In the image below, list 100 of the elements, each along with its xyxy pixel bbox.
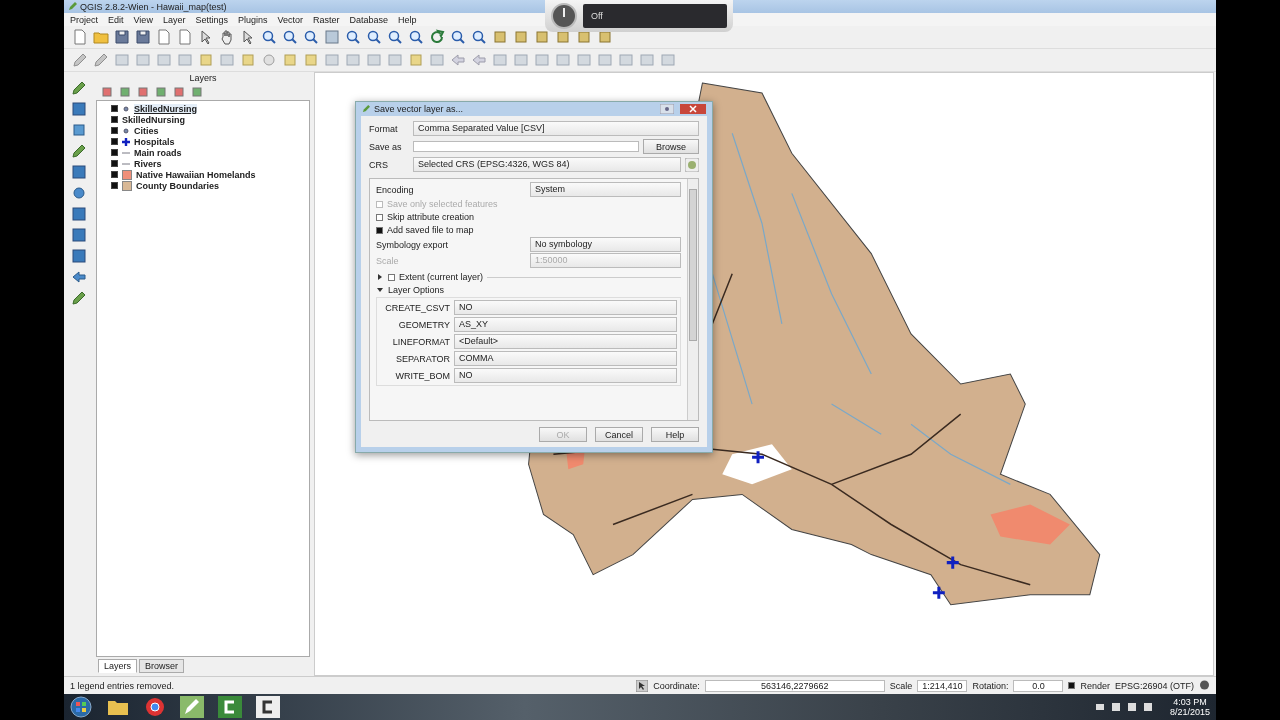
expander-icon[interactable] bbox=[376, 286, 384, 294]
save-as-field[interactable] bbox=[413, 141, 639, 152]
dialog-title: Save vector layer as... bbox=[374, 104, 464, 114]
option-dropdown[interactable]: AS_XY bbox=[454, 317, 677, 332]
visibility-checkbox[interactable] bbox=[111, 182, 118, 189]
encoding-dropdown[interactable]: System bbox=[530, 182, 681, 197]
option-dropdown[interactable]: NO bbox=[454, 368, 677, 383]
square-icon[interactable] bbox=[534, 29, 550, 45]
pencil-icon[interactable] bbox=[71, 143, 87, 159]
crs-status-button[interactable]: EPSG:26904 (OTF) bbox=[1114, 680, 1194, 691]
visibility-checkbox[interactable] bbox=[111, 171, 118, 178]
pencil-icon[interactable] bbox=[72, 52, 88, 68]
menu-item[interactable]: Project bbox=[70, 14, 98, 25]
page-icon[interactable] bbox=[177, 29, 193, 45]
checkbox[interactable] bbox=[376, 226, 383, 234]
layer-name[interactable]: Hospitals bbox=[134, 136, 175, 147]
group-title: Layer Options bbox=[388, 285, 445, 295]
window-title: QGIS 2.8.2-Wien - Hawaii_map(test) bbox=[80, 1, 227, 12]
pencil-icon[interactable] bbox=[71, 80, 87, 96]
refresh-icon[interactable] bbox=[429, 29, 445, 45]
menu-item[interactable]: Help bbox=[398, 14, 417, 25]
checkbox[interactable] bbox=[376, 213, 383, 221]
square-icon[interactable] bbox=[240, 52, 256, 68]
square-icon[interactable] bbox=[492, 29, 508, 45]
square-icon[interactable] bbox=[192, 87, 202, 97]
square-icon[interactable] bbox=[282, 52, 298, 68]
coordinate-label: Coordinate: bbox=[653, 680, 700, 691]
visibility-checkbox[interactable] bbox=[111, 105, 118, 112]
format-dropdown[interactable]: Comma Separated Value [CSV] bbox=[413, 121, 699, 136]
hand-icon[interactable] bbox=[219, 29, 235, 45]
render-checkbox[interactable] bbox=[1068, 682, 1076, 689]
page-icon[interactable] bbox=[72, 29, 88, 45]
checkbox-label: Skip attribute creation bbox=[387, 212, 475, 222]
expander-icon[interactable] bbox=[376, 273, 384, 281]
layer-name[interactable]: SkilledNursing bbox=[122, 114, 185, 125]
browser-icon[interactable] bbox=[144, 696, 166, 718]
visibility-checkbox[interactable] bbox=[111, 160, 118, 167]
visibility-checkbox[interactable] bbox=[111, 127, 118, 134]
pencil-icon[interactable] bbox=[71, 290, 87, 306]
layer-name[interactable]: SkilledNursing bbox=[134, 103, 197, 114]
pencil-icon bbox=[68, 2, 77, 11]
square-icon[interactable] bbox=[102, 87, 112, 97]
square-icon[interactable] bbox=[138, 87, 148, 97]
visibility-checkbox[interactable] bbox=[111, 116, 118, 123]
square-icon[interactable] bbox=[513, 29, 529, 45]
square-icon[interactable] bbox=[576, 29, 592, 45]
arrow-icon[interactable] bbox=[71, 269, 87, 285]
menu-item[interactable]: Layer bbox=[162, 14, 186, 25]
symbology-dropdown[interactable]: No symbology bbox=[530, 237, 681, 252]
menu-item[interactable]: Database bbox=[349, 14, 389, 25]
rotation-field[interactable]: 0.0 bbox=[1013, 679, 1064, 692]
start-button[interactable] bbox=[70, 696, 92, 718]
letter-c-tile-icon[interactable] bbox=[256, 696, 280, 718]
scale-field[interactable]: 1:214,410 bbox=[917, 679, 968, 692]
menu-item[interactable]: Vector bbox=[277, 14, 303, 25]
crs-dropdown[interactable]: Selected CRS (EPSG:4326, WGS 84) bbox=[413, 157, 681, 172]
option-dropdown[interactable]: COMMA bbox=[454, 351, 677, 366]
square-icon[interactable] bbox=[71, 122, 87, 138]
square-icon[interactable] bbox=[156, 87, 166, 97]
square-icon[interactable] bbox=[597, 29, 613, 45]
menu-item[interactable]: View bbox=[133, 14, 153, 25]
layer-name[interactable]: County Boundaries bbox=[136, 180, 219, 191]
menu-item[interactable]: Edit bbox=[108, 14, 124, 25]
option-dropdown[interactable]: NO bbox=[454, 300, 677, 315]
panel-tab[interactable]: Browser bbox=[139, 659, 185, 673]
layer-name[interactable]: Rivers bbox=[134, 158, 162, 169]
menu-item[interactable]: Raster bbox=[313, 14, 340, 25]
layer-name[interactable]: Native Hawaiian Homelands bbox=[136, 169, 256, 180]
square-icon[interactable] bbox=[555, 29, 571, 45]
dialog-button[interactable]: Help bbox=[651, 427, 699, 442]
square-icon[interactable] bbox=[408, 52, 424, 68]
checkbox[interactable] bbox=[388, 273, 395, 281]
option-label: GEOMETRY bbox=[397, 319, 450, 330]
close-icon[interactable] bbox=[680, 104, 706, 114]
menu-item[interactable]: Settings bbox=[195, 14, 228, 25]
browse-button[interactable]: Browse bbox=[643, 139, 699, 154]
help-icon[interactable] bbox=[660, 104, 674, 114]
layer-name[interactable]: Main roads bbox=[134, 147, 182, 158]
globe-icon[interactable] bbox=[685, 157, 699, 172]
scrollbar[interactable] bbox=[687, 179, 698, 420]
visibility-checkbox[interactable] bbox=[111, 138, 118, 145]
coordinate-field[interactable]: 563146,2279662 bbox=[704, 679, 885, 692]
dialog-button[interactable]: Cancel bbox=[595, 427, 643, 442]
square-icon[interactable] bbox=[303, 52, 319, 68]
option-dropdown[interactable]: <Default> bbox=[454, 334, 677, 349]
panel-tab[interactable]: Layers bbox=[98, 659, 137, 673]
letter-c-tile-icon[interactable] bbox=[218, 696, 242, 718]
layer-name[interactable]: Cities bbox=[134, 125, 159, 136]
option-label: LINEFORMAT bbox=[391, 336, 450, 347]
speech-bubble-icon[interactable] bbox=[1199, 680, 1210, 691]
square-icon[interactable] bbox=[120, 87, 130, 97]
pointer-icon[interactable] bbox=[636, 679, 649, 692]
pencil-icon[interactable] bbox=[93, 52, 109, 68]
page-icon[interactable] bbox=[156, 29, 172, 45]
field-label: Scale bbox=[376, 255, 400, 266]
menu-item[interactable]: Plugins bbox=[237, 14, 268, 25]
square-icon[interactable] bbox=[198, 52, 214, 68]
square-icon[interactable] bbox=[174, 87, 184, 97]
knob-icon[interactable] bbox=[551, 3, 577, 29]
visibility-checkbox[interactable] bbox=[111, 149, 118, 156]
